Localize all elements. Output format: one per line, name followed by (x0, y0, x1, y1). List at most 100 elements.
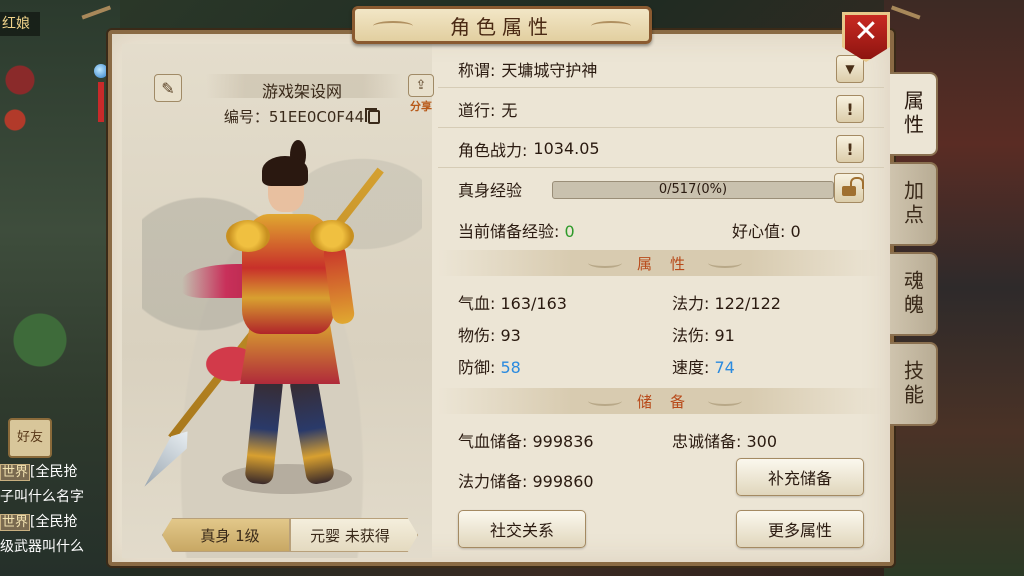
npc-name-label: 红娘 (0, 12, 40, 36)
power-info-button[interactable]: ! (836, 135, 864, 163)
mp-reserve: 法力储备: 999860 (458, 468, 594, 492)
unlock-icon (842, 186, 856, 196)
power-value: 1034.05 (533, 139, 600, 158)
attributes-section-title: 属性 (636, 254, 703, 273)
hp-value: 163/163 (500, 294, 567, 313)
mp-reserve-value: 999860 (532, 472, 594, 491)
exclamation-icon: ! (846, 99, 854, 119)
tab-nascent-soul[interactable]: 元婴 未获得 (290, 518, 418, 552)
title-dropdown-button[interactable]: ▼ (836, 55, 864, 83)
reserve-section-title: 储备 (636, 392, 703, 411)
title-value: 天墉城守护神 (501, 60, 598, 80)
tab-add-points[interactable]: 加点 (890, 162, 938, 246)
exp-progress-text: 0/517(0%) (658, 182, 728, 197)
chat-line: 世界 [全民抢 (0, 510, 112, 535)
hp-reserve-value: 999836 (532, 432, 594, 451)
mp-reserve-label: 法力储备: (458, 472, 528, 491)
chat-line: 级武器叫什么 (0, 535, 112, 560)
chat-channel-tag: 世界 (0, 464, 31, 481)
tab-soul[interactable]: 魂魄 (890, 252, 938, 336)
cloud-ornament-icon (708, 396, 742, 406)
title-row: 称谓: 天墉城守护神 ▼ (438, 50, 884, 88)
cloud-ornament-icon (588, 396, 622, 406)
loyalty-reserve-value: 300 (746, 432, 778, 451)
mag-dmg-value: 91 (714, 326, 735, 345)
dao-label: 道行: (458, 100, 496, 120)
tab-attributes[interactable]: 属性 (890, 72, 938, 156)
exp-label: 真身经验 (458, 181, 523, 200)
defense-value: 58 (500, 358, 521, 377)
model-shoulder-guard (310, 220, 354, 252)
speed-stat: 速度: 74 (672, 354, 735, 378)
phys-dmg-stat: 物伤: 93 (458, 322, 521, 346)
loyalty-reserve-label: 忠诚储备: (672, 432, 742, 451)
side-tab-bar: 属性 加点 魂魄 技能 (890, 72, 940, 432)
model-hair (262, 156, 308, 186)
close-icon: ✕ (853, 14, 879, 49)
chat-line: 世界 [全民抢 (0, 460, 112, 485)
cloud-ornament-icon (588, 258, 622, 268)
mag-dmg-label: 法伤: (672, 326, 710, 345)
hp-stat: 气血: 163/163 (458, 290, 567, 314)
chat-text: 级武器叫什么 (0, 539, 84, 555)
kindness-value: 0 (790, 222, 801, 241)
panel-title: 角色属性 (352, 6, 652, 44)
mp-label: 法力: (672, 294, 710, 313)
character-model (122, 44, 432, 558)
mp-value: 122/122 (714, 294, 781, 313)
exp-progress-bar: 0/517(0%) (552, 181, 834, 199)
reserve-section-header: 储备 (438, 388, 884, 414)
refill-reserve-button[interactable]: 补充储备 (736, 458, 864, 496)
character-portrait-area: ✎ 游戏架设网 ⇪ 分享 编号：51EE0C0F44 真身 1级 元婴 未获得 (122, 44, 434, 558)
form-tabs: 真身 1级 元婴 未获得 (162, 518, 418, 552)
panel-title-text: 角色属性 (450, 14, 554, 39)
speed-label: 速度: (672, 358, 710, 377)
more-attributes-button[interactable]: 更多属性 (736, 510, 864, 548)
stored-exp-label: 当前储备经验: (458, 222, 560, 241)
dao-info-button[interactable]: ! (836, 95, 864, 123)
speed-value: 74 (714, 358, 735, 377)
attributes-section-header: 属性 (438, 250, 884, 276)
exp-lock-button[interactable] (834, 173, 864, 203)
chat-text: 子叫什么名字 (0, 489, 84, 505)
chevron-down-icon: ▼ (845, 62, 855, 76)
title-label: 称谓: (458, 60, 496, 80)
loyalty-reserve: 忠诚储备: 300 (672, 428, 777, 452)
character-attributes-panel: ✎ 游戏架设网 ⇪ 分享 编号：51EE0C0F44 真身 1级 元婴 未获得 … (108, 30, 894, 566)
kindness-label: 好心值: (732, 222, 786, 241)
chat-line: 子叫什么名字 (0, 485, 112, 510)
chat-text: [全民抢 (30, 514, 78, 530)
dao-row: 道行: 无 ! (438, 90, 884, 128)
friend-button[interactable]: 好友 (8, 418, 52, 458)
hp-label: 气血: (458, 294, 496, 313)
social-relations-button[interactable]: 社交关系 (458, 510, 586, 548)
chat-panel[interactable]: 世界 [全民抢 子叫什么名字 世界 [全民抢 级武器叫什么 (0, 460, 112, 560)
chat-text: [全民抢 (30, 464, 78, 480)
chat-channel-tag: 世界 (0, 514, 31, 531)
power-label: 角色战力: (458, 140, 528, 160)
phys-dmg-label: 物伤: (458, 326, 496, 345)
tab-true-body[interactable]: 真身 1级 (162, 518, 290, 552)
model-shoulder-guard (226, 220, 270, 252)
character-info-area: 称谓: 天墉城守护神 ▼ 道行: 无 ! 角色战力: 1034.05 ! 真身经… (438, 44, 884, 558)
tab-skills[interactable]: 技能 (890, 342, 938, 426)
kindness: 好心值: 0 (732, 218, 801, 242)
exp-row: 真身经验 0/517(0%) (438, 170, 884, 208)
hp-reserve: 气血储备: 999836 (458, 428, 594, 452)
power-row: 角色战力: 1034.05 ! (438, 130, 884, 168)
jade-pendant-decoration (94, 44, 108, 154)
hp-reserve-label: 气血储备: (458, 432, 528, 451)
mag-dmg-stat: 法伤: 91 (672, 322, 735, 346)
dao-value: 无 (501, 100, 518, 120)
orb-icon (94, 64, 108, 78)
defense-stat: 防御: 58 (458, 354, 521, 378)
phys-dmg-value: 93 (500, 326, 521, 345)
mp-stat: 法力: 122/122 (672, 290, 781, 314)
stored-exp-value: 0 (564, 222, 575, 241)
exclamation-icon: ! (846, 139, 854, 159)
stored-exp: 当前储备经验: 0 (458, 218, 575, 242)
model-spear-blade (137, 425, 196, 492)
cloud-ornament-icon (708, 258, 742, 268)
tassel-icon (98, 82, 104, 122)
defense-label: 防御: (458, 358, 496, 377)
